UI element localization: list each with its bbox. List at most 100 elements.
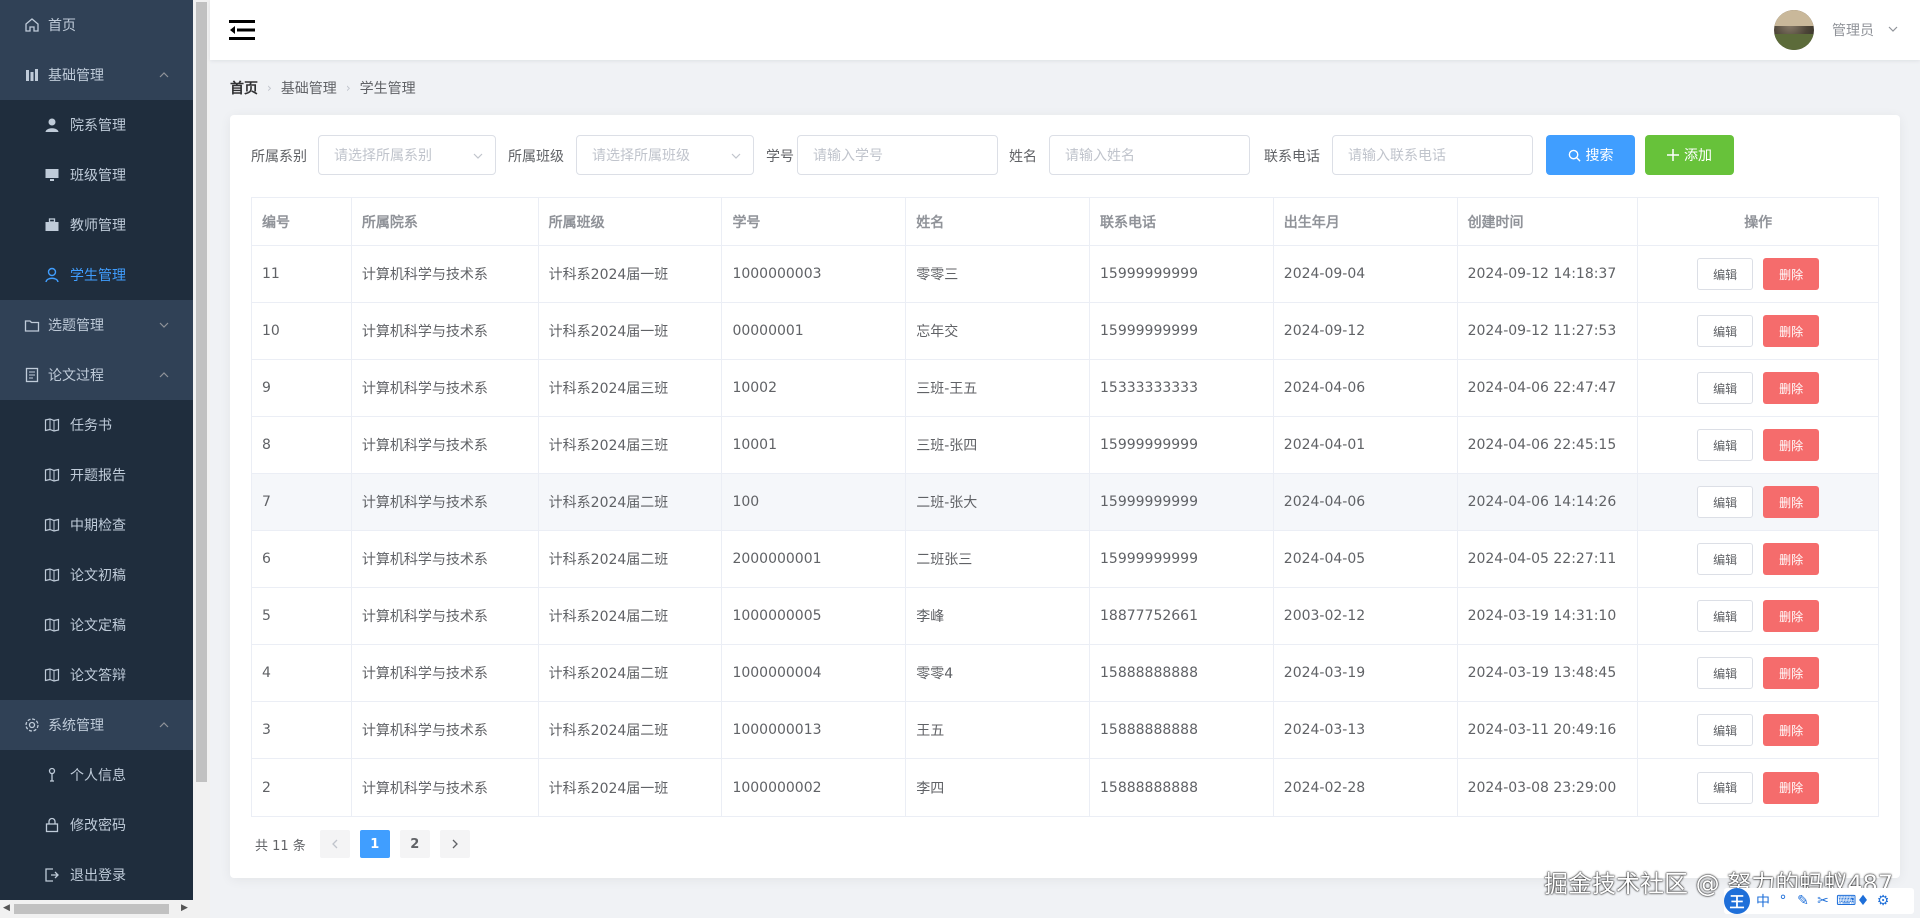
edit-button[interactable]: 编辑	[1697, 771, 1754, 804]
ime-gear-icon[interactable]: ⚙	[1876, 893, 1890, 909]
edit-button[interactable]: 编辑	[1697, 543, 1754, 575]
ime-mode[interactable]: 中	[1756, 891, 1770, 911]
breadcrumb-home[interactable]: 首页	[230, 78, 258, 98]
name-placeholder: 请输入姓名	[1065, 148, 1135, 164]
table-actions-cell: 编辑 删除	[1638, 531, 1878, 587]
phone-label: 联系电话	[1264, 149, 1320, 165]
dept-label: 所属系别	[251, 149, 307, 165]
delete-button[interactable]: 删除	[1763, 714, 1820, 746]
sidebar-item-16[interactable]: 修改密码	[0, 800, 193, 850]
table-cell: 2024-04-06	[1274, 360, 1458, 416]
table-header-cell: 所属班级	[539, 198, 723, 245]
edit-button[interactable]: 编辑	[1697, 372, 1754, 404]
sidebar-item-9[interactable]: 开题报告	[0, 450, 193, 500]
sidebar-item-7[interactable]: 论文过程	[0, 350, 193, 400]
book-icon	[44, 667, 60, 683]
sidebar-item-17[interactable]: 退出登录	[0, 850, 193, 900]
ime-scissors-icon[interactable]: ✂	[1816, 893, 1830, 909]
ime-shirt-icon[interactable]: ♦	[1856, 893, 1870, 909]
page-2-button[interactable]: 2	[399, 830, 430, 858]
delete-button[interactable]: 删除	[1763, 258, 1820, 290]
edit-button[interactable]: 编辑	[1697, 258, 1754, 290]
table-cell: 计科系2024届三班	[539, 417, 723, 473]
scroll-left-arrow-icon[interactable]: ◀	[3, 903, 10, 913]
sidebar-item-13[interactable]: 论文答辩	[0, 650, 193, 700]
table-actions-cell: 编辑 删除	[1638, 645, 1878, 701]
student-id-input[interactable]: 请输入学号	[797, 135, 998, 175]
prev-page-button[interactable]	[319, 830, 350, 858]
class-select[interactable]: 请选择所属班级	[576, 135, 754, 175]
delete-button[interactable]: 删除	[1763, 771, 1820, 804]
hamburger-icon[interactable]	[229, 19, 255, 41]
scroll-right-arrow-icon[interactable]: ▶	[181, 903, 188, 913]
search-button[interactable]: 搜索	[1546, 135, 1635, 175]
delete-button[interactable]: 删除	[1763, 315, 1820, 347]
page-1-button[interactable]: 1	[359, 830, 390, 858]
add-button[interactable]: 添加	[1645, 135, 1734, 175]
table-actions-cell: 编辑 删除	[1638, 759, 1878, 816]
table-header-cell: 学号	[722, 198, 907, 245]
ime-keyboard-icon[interactable]: ⌨	[1836, 893, 1856, 909]
sidebar-item-label: 论文过程	[48, 368, 104, 384]
delete-button[interactable]: 删除	[1763, 429, 1820, 461]
delete-button[interactable]: 删除	[1763, 600, 1820, 632]
table-cell: 李峰	[906, 588, 1090, 644]
sidebar-item-10[interactable]: 中期检查	[0, 500, 193, 550]
phone-input[interactable]: 请输入联系电话	[1332, 135, 1533, 175]
sidebar-item-1[interactable]: 基础管理	[0, 50, 193, 100]
sidebar-item-0[interactable]: 首页	[0, 0, 193, 50]
edit-button[interactable]: 编辑	[1697, 315, 1754, 347]
table-cell: 2024-09-12	[1274, 303, 1458, 359]
breadcrumb-basic: 基础管理	[280, 81, 337, 97]
sidebar-item-2[interactable]: 院系管理	[0, 100, 193, 150]
ime-pen-icon[interactable]: ✎	[1796, 893, 1810, 909]
edit-button[interactable]: 编辑	[1697, 486, 1754, 518]
sidebar-item-label: 开题报告	[70, 468, 126, 484]
delete-button[interactable]: 删除	[1763, 657, 1820, 689]
dept-select[interactable]: 请选择所属系别	[318, 135, 496, 175]
person-icon	[44, 767, 60, 783]
sidebar-vertical-scrollbar[interactable]	[193, 0, 210, 918]
sidebar-item-8[interactable]: 任务书	[0, 400, 193, 450]
chevron-down-icon[interactable]	[1888, 24, 1898, 34]
ime-punct-icon[interactable]: °	[1776, 893, 1790, 909]
table-cell: 计算机科学与技术系	[352, 417, 539, 473]
next-page-button[interactable]	[439, 830, 470, 858]
sidebar-item-label: 基础管理	[48, 68, 104, 84]
edit-button[interactable]: 编辑	[1697, 657, 1754, 689]
delete-button[interactable]: 删除	[1763, 486, 1820, 518]
scrollbar-thumb[interactable]	[14, 904, 169, 914]
sidebar-item-4[interactable]: 教师管理	[0, 200, 193, 250]
scrollbar-thumb[interactable]	[196, 2, 207, 782]
exit-icon	[44, 867, 60, 883]
table-cell: 计算机科学与技术系	[352, 645, 539, 701]
edit-button[interactable]: 编辑	[1697, 600, 1754, 632]
sidebar-item-12[interactable]: 论文定稿	[0, 600, 193, 650]
table-cell: 15999999999	[1090, 417, 1274, 473]
ime-logo-icon[interactable]: 王	[1724, 888, 1750, 914]
username[interactable]: 管理员	[1832, 20, 1874, 40]
table-cell: 1000000002	[722, 759, 907, 816]
table-cell: 二班-张大	[906, 474, 1090, 530]
avatar[interactable]	[1774, 10, 1814, 50]
edit-button[interactable]: 编辑	[1697, 429, 1754, 461]
chevron-down-icon	[731, 153, 741, 159]
sidebar-horizontal-scrollbar[interactable]: ◀ ▶	[0, 900, 193, 918]
table-header-cell: 姓名	[906, 198, 1090, 245]
name-input[interactable]: 请输入姓名	[1049, 135, 1250, 175]
table-cell: 计科系2024届二班	[539, 645, 723, 701]
sidebar-item-3[interactable]: 班级管理	[0, 150, 193, 200]
table-cell: 15999999999	[1090, 246, 1274, 302]
table-cell: 计科系2024届二班	[539, 531, 723, 587]
sidebar-item-15[interactable]: 个人信息	[0, 750, 193, 800]
delete-button[interactable]: 删除	[1763, 543, 1820, 575]
sidebar-item-label: 论文初稿	[70, 568, 126, 584]
sidebar-item-6[interactable]: 选题管理	[0, 300, 193, 350]
delete-button[interactable]: 删除	[1763, 372, 1820, 404]
table-cell: 2024-04-06 22:45:15	[1458, 417, 1639, 473]
sidebar-item-14[interactable]: 系统管理	[0, 700, 193, 750]
sidebar-item-11[interactable]: 论文初稿	[0, 550, 193, 600]
sidebar-item-5[interactable]: 学生管理	[0, 250, 193, 300]
table-cell: 5	[252, 588, 352, 644]
edit-button[interactable]: 编辑	[1697, 714, 1754, 746]
